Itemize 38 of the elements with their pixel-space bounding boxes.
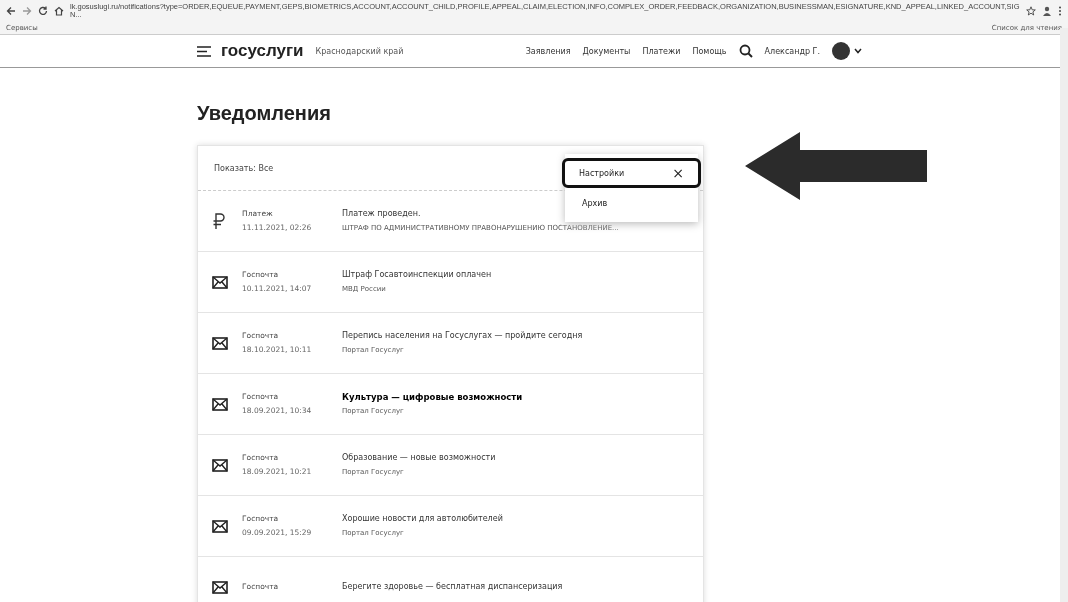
home-icon[interactable] [54,6,64,16]
reload-icon[interactable] [38,6,48,16]
envelope-icon [212,397,228,411]
menu-item-label[interactable]: Настройки [579,168,625,178]
scrollbar[interactable] [1060,28,1068,602]
avatar[interactable] [832,42,850,60]
chevron-down-icon[interactable] [854,48,862,54]
close-icon[interactable]: × [672,165,684,181]
more-icon[interactable] [1058,6,1062,16]
site-logo[interactable]: госуслуги [221,41,304,61]
user-name[interactable]: Александр Г. [764,46,820,56]
notification-title[interactable]: Берегите здоровье — бесплатная диспансеризация [342,580,563,594]
notification-title[interactable]: Образование — новые возможности [342,451,496,465]
nav-link[interactable]: Заявления [525,46,571,56]
envelope-icon [212,336,228,350]
filter-link[interactable]: Показать: Все [214,163,274,173]
envelope-icon [212,580,228,594]
menu-item-label[interactable]: Архив [582,198,608,208]
profile-icon[interactable] [1042,6,1052,16]
region-link[interactable]: Краснодарский край [315,46,404,56]
back-icon[interactable] [6,6,16,16]
nav-link[interactable]: Помощь [692,46,727,56]
notification-title[interactable]: Штраф Госавтоинспекции оплачен [342,268,492,282]
nav-link[interactable]: Платежи [642,46,681,56]
nav-link[interactable]: Документы [582,46,631,56]
notification-title[interactable]: Перепись населения на Госуслугах — пройдите сегодня [342,329,583,343]
menu-item[interactable]: Настройки × [562,158,701,188]
envelope-icon [212,458,228,472]
menu-icon[interactable] [197,45,211,57]
ruble-icon [212,212,226,230]
search-icon[interactable] [738,44,753,58]
page-title: Уведомления [197,101,332,126]
envelope-icon [212,275,228,289]
notification-title[interactable]: Культура — цифровые возможности [342,390,523,404]
notification-title[interactable]: Хорошие новости для автолюбителей [342,512,503,526]
envelope-icon [212,519,228,533]
menu-item[interactable]: Архив [565,188,698,218]
star-icon[interactable] [1026,6,1036,16]
